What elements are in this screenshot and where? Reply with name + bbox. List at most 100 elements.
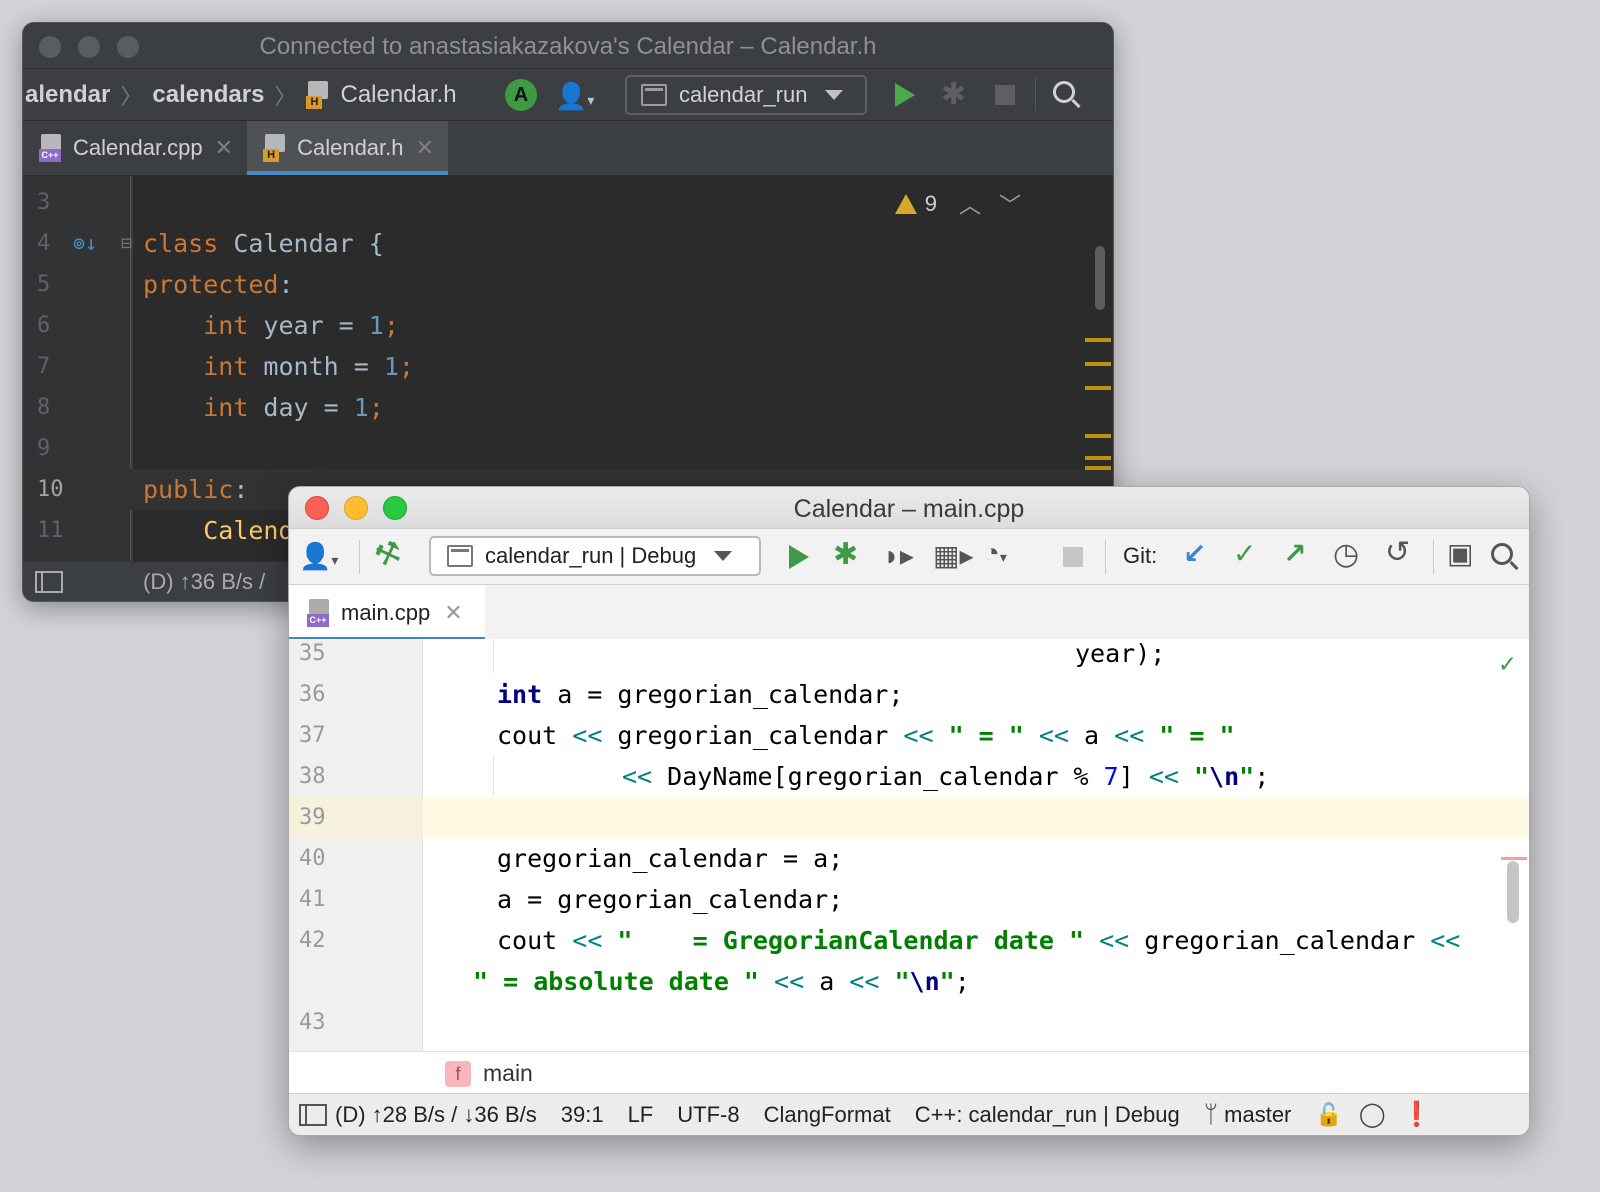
- code-line: 8 int day = 1;: [23, 387, 1113, 428]
- tool-windows-icon[interactable]: [299, 1103, 327, 1126]
- code-line: 37 cout << gregorian_calendar << " = " <…: [289, 715, 1529, 756]
- tab-label: main.cpp: [341, 600, 431, 625]
- structure-breadcrumb: f main: [289, 1051, 1529, 1095]
- scrollbar-thumb[interactable]: [1507, 861, 1519, 923]
- presentation-icon[interactable]: ▣: [1447, 537, 1473, 570]
- run-config-selector[interactable]: calendar_run | Debug: [429, 536, 761, 576]
- git-branch[interactable]: master: [1224, 1102, 1291, 1128]
- warning-stripe[interactable]: [1085, 466, 1111, 470]
- code-line: 41 a = gregorian_calendar;: [289, 879, 1529, 920]
- line-number: 8: [37, 395, 51, 420]
- code-editor[interactable]: 35 year); 36 int a = gregorian_calendar;…: [289, 639, 1529, 1051]
- window-title: Calendar – main.cpp: [793, 495, 1025, 523]
- lock-icon[interactable]: 🔓: [1315, 1102, 1342, 1128]
- fold-icon[interactable]: ⊟: [121, 223, 132, 264]
- line-separator[interactable]: LF: [628, 1102, 654, 1128]
- stop-icon[interactable]: [995, 85, 1015, 105]
- local-ide-window: Calendar – main.cpp 👤▾ ⚒ calendar_run | …: [288, 486, 1530, 1136]
- warning-stripe[interactable]: [1085, 386, 1111, 390]
- user-icon[interactable]: 👤▾: [555, 81, 594, 112]
- error-stripe[interactable]: [1501, 857, 1527, 860]
- history-clock-icon[interactable]: ◷: [1333, 537, 1359, 572]
- editor-tabs: C++ Calendar.cpp ✕ H Calendar.h ✕: [23, 121, 1113, 175]
- function-icon: f: [445, 1060, 471, 1087]
- network-traffic: (D) ↑28 B/s / ↓36 B/s: [335, 1101, 537, 1127]
- line-number: 5: [37, 272, 51, 297]
- tool-windows-icon[interactable]: [35, 570, 63, 593]
- line-number: 40: [299, 846, 326, 871]
- warning-stripe[interactable]: [1085, 434, 1111, 438]
- tab-calendar-cpp[interactable]: C++ Calendar.cpp ✕: [23, 121, 247, 175]
- search-icon[interactable]: [1053, 81, 1075, 103]
- close-tab-icon[interactable]: ✕: [416, 135, 434, 161]
- window-icon: [641, 84, 667, 106]
- chevron-down-icon[interactable]: ﹀: [999, 188, 1021, 220]
- code-line: 36 int a = gregorian_calendar;: [289, 674, 1529, 715]
- git-label: Git:: [1123, 543, 1158, 568]
- window-title: Connected to anastasiakazakova's Calenda…: [259, 33, 877, 60]
- navigation-bar: alendar 〉 calendars 〉 H Calendar.h A 👤▾ …: [23, 69, 1113, 121]
- scrollbar-thumb[interactable]: [1095, 246, 1105, 310]
- code-formatter[interactable]: ClangFormat: [764, 1102, 891, 1128]
- caret-position[interactable]: 39:1: [561, 1102, 604, 1128]
- line-number: 10: [37, 477, 64, 502]
- code-line: 38 << DayName[gregorian_calendar % 7] <<…: [289, 756, 1529, 797]
- tab-main-cpp[interactable]: C++ main.cpp ✕: [289, 585, 485, 641]
- warning-stripe[interactable]: [1085, 456, 1111, 460]
- inspection-widget[interactable]: 9 ︿ ﹀: [894, 188, 1021, 220]
- user-icon[interactable]: 👤▾: [299, 541, 338, 572]
- light-status-bar: (D) ↑28 B/s / ↓36 B/s 39:1 LF UTF-8 Clan…: [289, 1093, 1529, 1135]
- run-icon[interactable]: [895, 83, 915, 107]
- profiler-icon[interactable]: ▦▸: [933, 539, 974, 572]
- breadcrumb-file[interactable]: Calendar.h: [340, 81, 456, 109]
- close-tab-icon[interactable]: ✕: [215, 135, 233, 161]
- tab-label: Calendar.cpp: [73, 135, 203, 160]
- warning-stripe[interactable]: [1085, 338, 1111, 342]
- rollback-icon[interactable]: ↺: [1385, 535, 1410, 570]
- resolve-context[interactable]: C++: calendar_run | Debug: [915, 1102, 1180, 1128]
- line-number: 43: [299, 1010, 326, 1035]
- stop-icon[interactable]: [1063, 547, 1083, 567]
- warning-stripe[interactable]: [1085, 362, 1111, 366]
- code-line: 9: [23, 428, 1113, 469]
- build-hammer-icon[interactable]: ⚒: [370, 533, 407, 575]
- file-encoding[interactable]: UTF-8: [677, 1102, 739, 1128]
- light-titlebar: Calendar – main.cpp: [289, 487, 1529, 529]
- git-commit-icon[interactable]: ✓: [1233, 537, 1256, 570]
- run-icon[interactable]: [789, 545, 809, 569]
- run-config-selector[interactable]: calendar_run: [625, 75, 867, 115]
- chevron-up-icon[interactable]: ︿: [959, 188, 981, 220]
- notifications-icon[interactable]: ◯: [1359, 1100, 1386, 1129]
- line-number: 35: [299, 641, 326, 666]
- implementation-marker-icon[interactable]: ⊚↓: [73, 223, 97, 264]
- line-number: 3: [37, 190, 51, 215]
- git-push-icon[interactable]: ↗: [1283, 537, 1306, 570]
- tab-label: Calendar.h: [297, 135, 404, 160]
- run-with-profiler-icon[interactable]: ◔▾: [983, 537, 1007, 569]
- run-config-label: calendar_run | Debug: [485, 543, 697, 568]
- git-update-icon[interactable]: ↙: [1183, 537, 1206, 570]
- chevron-down-icon: [825, 90, 844, 100]
- warning-icon: [894, 194, 917, 214]
- event-log-icon[interactable]: ❗: [1402, 1100, 1432, 1129]
- line-number: 36: [299, 682, 326, 707]
- debug-bug-icon[interactable]: ✱: [833, 537, 858, 572]
- close-tab-icon[interactable]: ✕: [444, 600, 462, 626]
- breadcrumb-project[interactable]: alendar: [25, 81, 110, 109]
- window-icon: [447, 545, 473, 567]
- code-line: 43: [289, 1002, 1529, 1043]
- tab-calendar-h[interactable]: H Calendar.h ✕: [247, 121, 448, 175]
- warning-count: 9: [924, 191, 937, 216]
- line-number: 42: [299, 928, 326, 953]
- debug-bug-icon[interactable]: ✱: [941, 77, 966, 112]
- breadcrumb-separator: 〉: [274, 83, 297, 109]
- breadcrumb-folder[interactable]: calendars: [152, 81, 264, 109]
- code-line: 4 ⊚↓ ⊟ class Calendar {: [23, 223, 1113, 264]
- line-number: 41: [299, 887, 326, 912]
- breadcrumb-function[interactable]: main: [483, 1060, 533, 1087]
- collaborator-avatar[interactable]: A: [505, 79, 537, 111]
- no-problems-check-icon[interactable]: ✓: [1499, 649, 1515, 679]
- code-line: 7 int month = 1;: [23, 346, 1113, 387]
- run-with-coverage-icon[interactable]: ◗▸: [883, 539, 914, 572]
- search-icon[interactable]: [1491, 543, 1513, 565]
